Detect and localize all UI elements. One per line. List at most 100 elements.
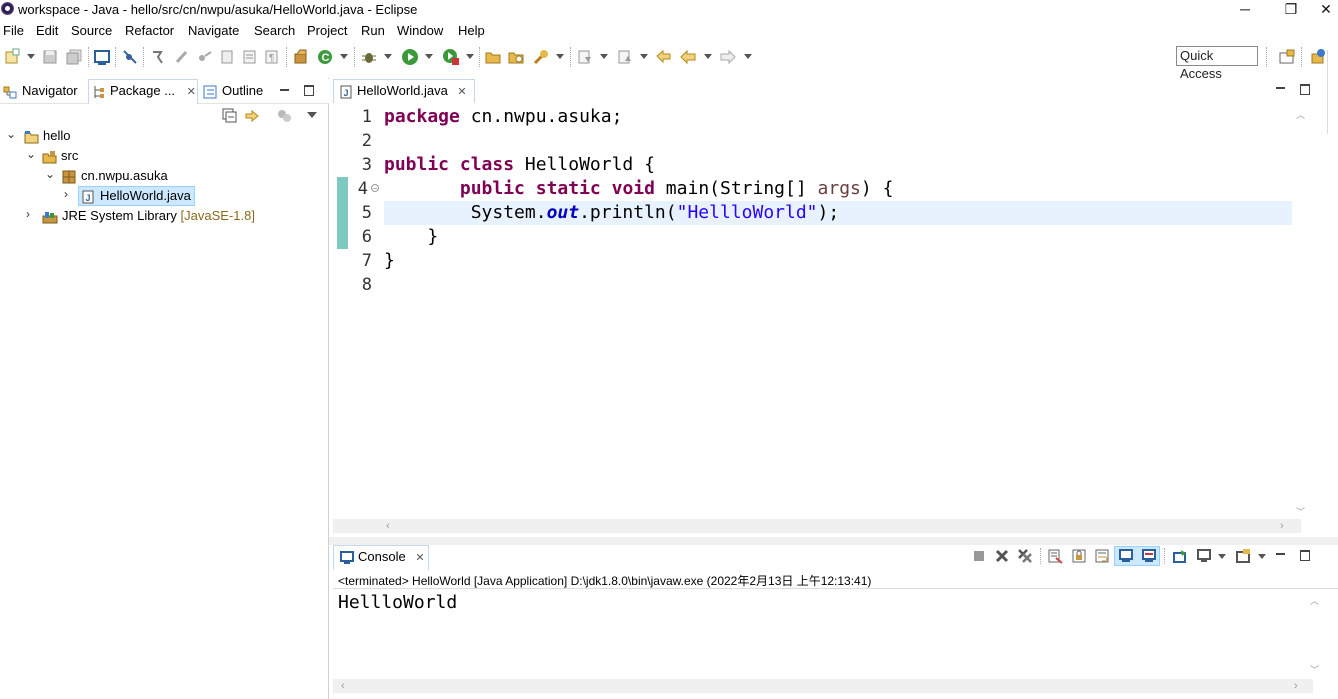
- scroll-up-icon[interactable]: ︿: [1310, 594, 1319, 607]
- external-tools-dropdown-icon[interactable]: [466, 54, 474, 59]
- menu-search[interactable]: Search: [254, 23, 295, 38]
- menu-project[interactable]: Project: [307, 23, 347, 38]
- remove-launch-icon[interactable]: [995, 549, 1009, 563]
- prev-annotation-icon[interactable]: [219, 48, 237, 66]
- scroll-left-icon[interactable]: ‹: [386, 520, 390, 532]
- open-console-icon[interactable]: [1235, 548, 1251, 564]
- menu-navigate[interactable]: Navigate: [188, 23, 239, 38]
- chevron-right-icon[interactable]: ›: [26, 207, 30, 221]
- tab-helloworld-java[interactable]: JHelloWorld.java ✕: [340, 80, 467, 103]
- maximize-editor-icon[interactable]: [1300, 84, 1310, 95]
- tab-navigator[interactable]: Navigator: [3, 80, 78, 103]
- menu-file[interactable]: File: [3, 23, 24, 38]
- chevron-right-icon[interactable]: ›: [64, 187, 68, 201]
- skip-breakpoints-icon[interactable]: [121, 48, 139, 66]
- menu-edit[interactable]: Edit: [36, 23, 58, 38]
- external-tools-icon[interactable]: [442, 48, 460, 66]
- close-tab-icon[interactable]: ✕: [457, 86, 466, 98]
- new-class-dropdown-icon[interactable]: [340, 54, 348, 59]
- minimize-panel-icon[interactable]: [280, 89, 289, 91]
- restore-button[interactable]: ❐: [1268, 0, 1314, 20]
- close-tab-icon[interactable]: ✕: [415, 552, 424, 564]
- show-console-on-output-icon[interactable]: [1118, 548, 1134, 564]
- back-dropdown-icon[interactable]: [704, 54, 712, 59]
- last-edit-location-icon[interactable]: [655, 48, 673, 66]
- save-icon[interactable]: [41, 48, 59, 66]
- pin-console-icon[interactable]: [1172, 548, 1188, 564]
- scroll-down-icon[interactable]: ﹀: [1310, 663, 1319, 676]
- scroll-up-icon[interactable]: ︿: [1296, 108, 1305, 121]
- maximize-console-icon[interactable]: [1300, 550, 1310, 561]
- scroll-right-icon[interactable]: ›: [1294, 680, 1298, 692]
- java-ee-perspective-icon[interactable]: [1309, 48, 1327, 66]
- terminate-icon[interactable]: [972, 549, 986, 563]
- chevron-down-icon[interactable]: ⌄: [45, 167, 55, 181]
- tree-item-project[interactable]: hello: [24, 126, 70, 146]
- menu-refactor[interactable]: Refactor: [125, 23, 174, 38]
- debug-icon[interactable]: [360, 48, 378, 66]
- run-icon[interactable]: [401, 48, 419, 66]
- forward-dropdown-icon[interactable]: [744, 54, 752, 59]
- display-console-dropdown-icon[interactable]: [1218, 554, 1226, 559]
- open-console-icon[interactable]: [93, 48, 111, 66]
- scroll-left-icon[interactable]: ‹: [341, 680, 345, 692]
- right-trim-scrollbar[interactable]: [1327, 50, 1338, 134]
- open-folder-icon[interactable]: [484, 48, 502, 66]
- console-horizontal-scrollbar[interactable]: [333, 679, 1313, 693]
- chevron-down-icon[interactable]: ⌄: [26, 147, 36, 161]
- horizontal-scrollbar[interactable]: [333, 519, 1301, 533]
- focus-on-task-icon[interactable]: [276, 108, 292, 124]
- close-button[interactable]: ✕: [1314, 0, 1338, 20]
- open-perspective-icon[interactable]: [1278, 48, 1296, 66]
- open-type-icon[interactable]: [292, 48, 310, 66]
- tree-item-package[interactable]: cn.nwpu.asuka: [62, 166, 168, 186]
- sash[interactable]: [329, 537, 1338, 545]
- tab-console[interactable]: Console ✕: [340, 546, 425, 569]
- search-flashlight-icon[interactable]: [532, 48, 550, 66]
- block-selection-icon[interactable]: [241, 48, 259, 66]
- annotation-icon[interactable]: [196, 48, 214, 66]
- link-with-editor-icon[interactable]: [244, 108, 261, 124]
- next-annotation-icon[interactable]: [576, 48, 594, 66]
- forward-icon[interactable]: [719, 48, 737, 66]
- search-dropdown-icon[interactable]: [556, 54, 564, 59]
- word-wrap-icon[interactable]: [1094, 548, 1110, 564]
- scroll-down-icon[interactable]: ﹀: [1296, 505, 1305, 518]
- new-icon[interactable]: [4, 48, 22, 66]
- open-task-icon[interactable]: [507, 48, 525, 66]
- tree-item-src[interactable]: src: [42, 146, 78, 166]
- new-java-class-icon[interactable]: C: [316, 48, 334, 66]
- menu-help[interactable]: Help: [458, 23, 485, 38]
- menu-source[interactable]: Source: [71, 23, 112, 38]
- scroll-lock-icon[interactable]: [1071, 548, 1087, 564]
- chevron-down-icon[interactable]: ⌄: [6, 127, 16, 141]
- tab-outline[interactable]: Outline: [203, 80, 263, 103]
- open-console-dropdown-icon[interactable]: [1258, 554, 1266, 559]
- save-all-icon[interactable]: [65, 48, 83, 66]
- tree-item-java-file[interactable]: JHelloWorld.java: [82, 186, 191, 206]
- maximize-panel-icon[interactable]: [304, 85, 314, 96]
- display-selected-console-icon[interactable]: [1196, 548, 1212, 564]
- clear-console-icon[interactable]: [1047, 548, 1063, 564]
- minimize-console-icon[interactable]: [1276, 553, 1285, 555]
- collapse-all-icon[interactable]: [222, 108, 238, 124]
- run-dropdown-icon[interactable]: [425, 54, 433, 59]
- view-menu-icon[interactable]: [307, 112, 317, 118]
- show-console-on-error-icon[interactable]: [1141, 548, 1157, 564]
- previous-annotation-icon[interactable]: [616, 48, 634, 66]
- fold-toggle-icon[interactable]: −: [371, 184, 379, 192]
- remove-all-terminated-icon[interactable]: [1017, 548, 1033, 564]
- menu-run[interactable]: Run: [361, 23, 385, 38]
- back-icon[interactable]: [679, 48, 697, 66]
- minimize-editor-icon[interactable]: [1276, 87, 1285, 89]
- edit-pencil-icon[interactable]: [173, 48, 191, 66]
- new-dropdown-icon[interactable]: [27, 54, 35, 59]
- menu-window[interactable]: Window: [397, 23, 443, 38]
- tab-package-explorer[interactable]: Package ... ✕: [93, 80, 196, 103]
- show-whitespace-icon[interactable]: ¶: [263, 48, 281, 66]
- previous-annotation-dropdown-icon[interactable]: [640, 54, 648, 59]
- toggle-mark-occurrences-icon[interactable]: [149, 48, 167, 66]
- quick-access-field[interactable]: Quick Access: [1176, 46, 1258, 66]
- minimize-button[interactable]: ─: [1222, 0, 1268, 20]
- next-annotation-dropdown-icon[interactable]: [600, 54, 608, 59]
